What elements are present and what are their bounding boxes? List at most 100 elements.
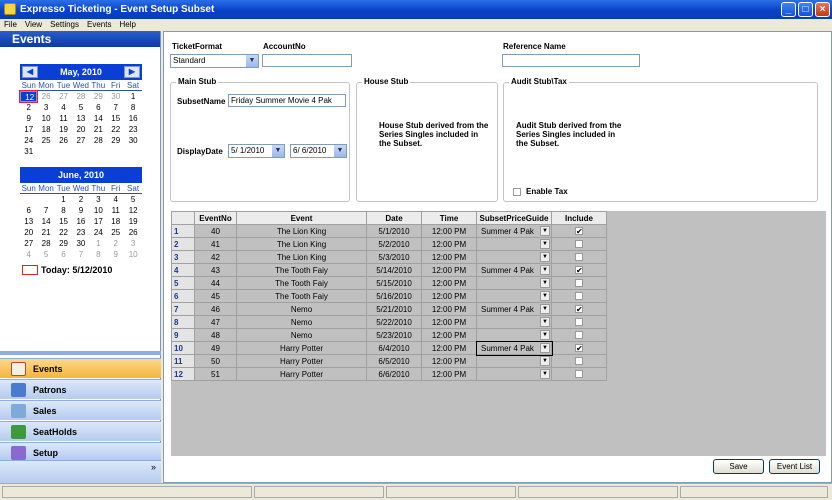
include-checkbox[interactable] (575, 318, 583, 327)
row-header[interactable]: 10 (171, 341, 195, 355)
today-link[interactable]: Today: 5/12/2010 (22, 265, 112, 275)
table-row[interactable]: 1 40 The Lion King 5/1/2010 12:00 PM Summer 4… (171, 224, 607, 238)
date-from-picker[interactable]: 5/ 1/2010 ▼ (228, 144, 285, 158)
calendar-day[interactable]: 20 (20, 227, 37, 238)
include-checkbox[interactable] (575, 357, 583, 366)
row-header[interactable]: 5 (171, 276, 195, 290)
calendar-day[interactable]: 30 (72, 238, 89, 249)
calendar-day[interactable]: 3 (124, 238, 141, 249)
nav-sales[interactable]: Sales (0, 400, 161, 420)
calendar-day[interactable]: 27 (55, 91, 72, 102)
include-checkbox[interactable]: ✔ (575, 305, 583, 314)
calendar-day[interactable]: 9 (20, 113, 37, 124)
calendar-day[interactable]: 26 (124, 227, 141, 238)
calendar-day[interactable]: 13 (20, 216, 37, 227)
calendar-day[interactable]: 7 (107, 102, 124, 113)
calendar-day[interactable]: 4 (20, 249, 37, 260)
calendar-day[interactable]: 8 (55, 205, 72, 216)
calendar-day[interactable]: 28 (37, 238, 54, 249)
calendar-day[interactable]: 15 (107, 113, 124, 124)
calendar-day[interactable]: 25 (107, 227, 124, 238)
include-checkbox[interactable] (575, 370, 583, 379)
calendar-day[interactable]: 3 (90, 194, 107, 205)
include-checkbox[interactable]: ✔ (575, 344, 583, 353)
calendar-day[interactable]: 19 (55, 124, 72, 135)
calendar-day[interactable]: 7 (72, 249, 89, 260)
include-checkbox[interactable] (575, 292, 583, 301)
calendar-day[interactable]: 17 (20, 124, 37, 135)
calendar-day[interactable]: 21 (90, 124, 107, 135)
minimize-button[interactable]: _ (781, 2, 796, 17)
calendar-day[interactable]: 17 (90, 216, 107, 227)
chevron-down-icon[interactable]: ▼ (540, 265, 550, 275)
calendar-day[interactable]: 22 (55, 227, 72, 238)
table-row[interactable]: 3 42 The Lion King 5/3/2010 12:00 PM ▼ (171, 250, 607, 264)
table-row[interactable]: 12 51 Harry Potter 6/6/2010 12:00 PM ▼ (171, 367, 607, 381)
calendar-day[interactable]: 5 (72, 102, 89, 113)
calendar-day[interactable]: 20 (72, 124, 89, 135)
row-header[interactable]: 11 (171, 354, 195, 368)
calendar-day[interactable]: 12 (18, 90, 39, 103)
price-guide-cell[interactable]: ▼ (476, 328, 552, 342)
chevron-down-icon[interactable]: ▼ (540, 291, 550, 301)
calendar-day[interactable]: 2 (72, 194, 89, 205)
chevron-down-icon[interactable]: ▼ (540, 226, 550, 236)
calendar-day[interactable]: 24 (90, 227, 107, 238)
calendar-day[interactable]: 11 (107, 205, 124, 216)
column-header[interactable]: Event (236, 211, 367, 225)
chevron-down-icon[interactable]: ▼ (540, 304, 550, 314)
include-checkbox[interactable] (575, 331, 583, 340)
calendar-day[interactable]: 5 (124, 194, 141, 205)
calendar-day[interactable]: 6 (20, 205, 37, 216)
menu-settings[interactable]: Settings (50, 19, 79, 31)
calendar-day[interactable]: 10 (37, 113, 54, 124)
include-checkbox[interactable]: ✔ (575, 266, 583, 275)
day-grid[interactable]: 2526272829301234567891011121314151617181… (18, 90, 142, 157)
calendar-day[interactable]: 11 (55, 113, 72, 124)
price-guide-cell[interactable]: Summer 4 Pak ▼ (475, 340, 553, 356)
row-header[interactable]: 1 (171, 224, 195, 238)
chevron-down-icon[interactable]: ▼ (540, 356, 550, 366)
day-grid[interactable]: 1 2 3 4 5 6 7 8 9 10 11 12 13 14 15 16 17 18 19 20 21 22 23 24 2… (20, 194, 142, 260)
calendar-day[interactable]: 9 (107, 249, 124, 260)
calendar-day[interactable]: 10 (124, 249, 141, 260)
column-header[interactable] (171, 211, 195, 225)
save-button[interactable]: Save (713, 459, 764, 474)
calendar-day[interactable]: 6 (55, 249, 72, 260)
calendar-day[interactable]: 29 (107, 135, 124, 146)
calendar-day[interactable]: 4 (55, 102, 72, 113)
calendar-day[interactable]: 30 (124, 135, 141, 146)
include-checkbox[interactable]: ✔ (575, 227, 583, 236)
calendar-day[interactable]: 10 (90, 205, 107, 216)
table-row[interactable]: 10 49 Harry Potter 6/4/2010 12:00 PM Summer 4… (171, 340, 607, 356)
calendar-day[interactable]: 16 (124, 113, 141, 124)
calendar-day[interactable]: 28 (90, 135, 107, 146)
column-header[interactable]: Date (366, 211, 422, 225)
calendar-day[interactable]: 26 (55, 135, 72, 146)
price-guide-cell[interactable]: Summer 4 Pak ▼ (476, 263, 552, 277)
price-guide-cell[interactable]: Summer 4 Pak ▼ (476, 224, 552, 238)
chevron-down-icon[interactable]: ▼ (540, 317, 550, 327)
table-row[interactable]: 6 45 The Tooth Faiy 5/16/2010 12:00 PM ▼ (171, 289, 607, 303)
calendar-day[interactable]: 24 (20, 135, 37, 146)
include-checkbox[interactable] (575, 253, 583, 262)
calendar-day[interactable]: 14 (90, 113, 107, 124)
price-guide-cell[interactable]: Summer 4 Pak ▼ (476, 302, 552, 316)
calendar-day[interactable]: 26 (37, 91, 54, 102)
include-checkbox[interactable] (575, 279, 583, 288)
date-to-picker[interactable]: 6/ 6/2010 ▼ (290, 144, 347, 158)
maximize-button[interactable]: □ (798, 2, 813, 17)
calendar-day[interactable]: 27 (20, 238, 37, 249)
calendar-day[interactable]: 16 (72, 216, 89, 227)
row-header[interactable]: 3 (171, 250, 195, 264)
event-list-button[interactable]: Event List (769, 459, 820, 474)
table-row[interactable]: 2 41 The Lion King 5/2/2010 12:00 PM ▼ (171, 237, 607, 251)
calendar-day[interactable]: 1 (90, 238, 107, 249)
column-header[interactable]: Time (421, 211, 477, 225)
enable-tax-checkbox[interactable] (513, 188, 521, 196)
calendar-day[interactable]: 1 (124, 91, 141, 102)
reference-input[interactable] (502, 54, 640, 67)
nav-patrons[interactable]: Patrons (0, 379, 161, 399)
column-header[interactable]: Include (551, 211, 607, 225)
chevron-down-icon[interactable]: ▼ (540, 343, 550, 353)
